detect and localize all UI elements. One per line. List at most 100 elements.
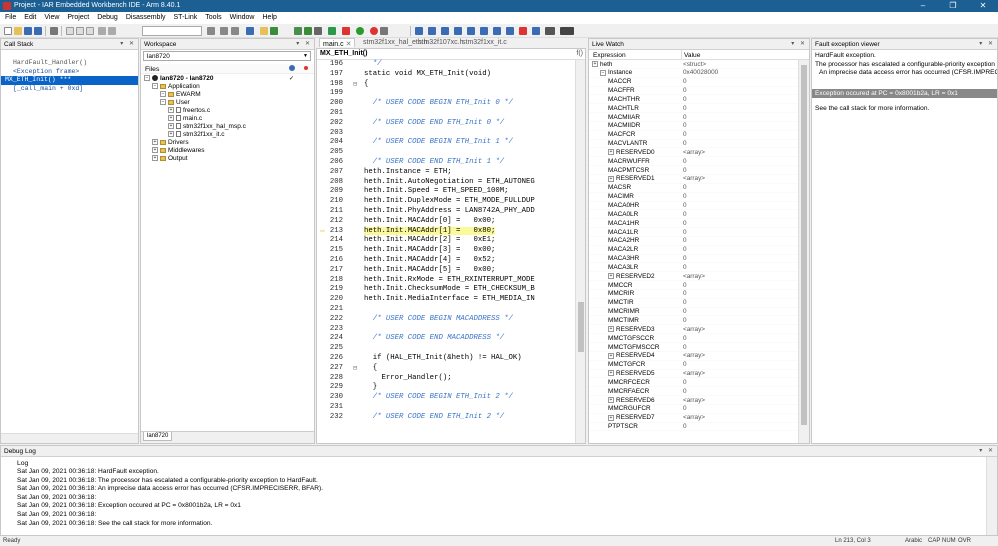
watch-value[interactable]: 0 [683,264,687,271]
tree-item[interactable]: − EWARM [141,91,314,99]
undo-icon[interactable] [98,27,106,35]
line-number[interactable]: 196 [317,60,347,68]
watch-row[interactable]: + RESERVED3 <array> [589,325,809,335]
code-area[interactable]: 196 */197 static void MX_ETH_Init(void) 19… [317,60,585,422]
settings-gear-icon[interactable] [289,65,295,71]
maximize-button[interactable]: ❐ [938,0,968,12]
watch-value[interactable]: <struct> [683,61,706,68]
horizontal-scrollbar[interactable] [1,433,138,443]
menu-tools[interactable]: Tools [200,12,224,21]
line-number[interactable]: 200 [317,99,347,107]
tree-item[interactable]: − lan8720 - lan8720 ✓ [141,75,314,83]
menu-view[interactable]: View [39,12,62,21]
tree-item[interactable]: + freertos.c [141,107,314,115]
paste-icon[interactable] [86,27,94,35]
build-icon[interactable] [270,27,278,35]
break-icon[interactable] [506,27,514,35]
call-stack-frame[interactable]: <Exception frame> [1,68,138,77]
line-number[interactable]: 224 [317,334,347,342]
close-button[interactable]: ✕ [968,0,998,12]
watch-row[interactable]: MACPMTCSR 0 [589,166,809,175]
goto-icon[interactable] [260,27,268,35]
line-number[interactable]: 221 [317,305,347,313]
line-number[interactable]: 210 [317,197,347,205]
code-line[interactable]: 225 [317,344,585,354]
code-line[interactable]: 211 heth.Init.PhyAddress = LAN8742A_PHY_A… [317,207,585,217]
sum-icon[interactable] [560,27,574,35]
code-line[interactable]: 223 [317,325,585,335]
code-line[interactable]: 222 /* USER CODE BEGIN MACADDRESS */ [317,315,585,325]
watch-row[interactable]: MACHTLR 0 [589,104,809,114]
watch-row[interactable]: MACCR 0 [589,78,809,87]
watch-row[interactable]: MMCRIR 0 [589,290,809,299]
watch-row[interactable]: MACA1HR 0 [589,219,809,229]
code-line[interactable]: 214 heth.Init.MACAddr[2] = 0xE1; [317,236,585,246]
watch-row[interactable]: MMCTGFSCCR 0 [589,334,809,343]
line-number[interactable]: 218 [317,276,347,284]
bookmark-icon[interactable] [246,27,254,35]
new-file-icon[interactable] [4,27,12,35]
watch-row[interactable]: MACA2LR 0 [589,246,809,255]
line-number[interactable]: 229 [317,383,347,391]
watch-row[interactable]: MACSR 0 [589,184,809,193]
watch-value[interactable]: 0 [683,361,687,368]
expand-toggle-icon[interactable]: + [608,352,614,359]
code-line[interactable]: 230 /* USER CODE BEGIN ETH_Init 2 */ [317,393,585,403]
watch-row[interactable]: MMCTGFMSCCR 0 [589,343,809,352]
expand-toggle-icon[interactable]: − [160,91,166,98]
watch-row[interactable]: MACA3LR 0 [589,263,809,273]
watch-value[interactable]: 0 [683,131,687,138]
find-combo[interactable] [142,26,202,36]
expression-column-header[interactable]: Expression [593,52,626,59]
watch-row[interactable]: − Instance 0x40028000 [589,69,809,78]
expand-toggle-icon[interactable]: − [144,75,150,82]
next-statement-icon[interactable] [454,27,462,35]
tree-item[interactable]: − User [141,99,314,107]
panel-controls[interactable]: ▾ ✕ [979,447,995,454]
watch-value[interactable]: 0 [683,114,687,121]
vertical-scrollbar[interactable] [798,60,809,443]
log-entry[interactable]: Sat Jan 09, 2021 00:36:18: Exception occ… [1,502,997,511]
line-number[interactable]: 204 [317,138,347,146]
watch-value[interactable]: 0 [683,299,687,306]
watch-row[interactable]: + heth <struct> [589,60,809,69]
menu-window[interactable]: Window [225,12,258,21]
watch-value[interactable]: 0 [683,193,687,200]
line-number[interactable]: 222 [317,315,347,323]
watch-row[interactable]: MMCTIR 0 [589,299,809,308]
halt-icon[interactable] [342,27,350,35]
line-number[interactable]: 203 [317,129,347,137]
menu-help[interactable]: Help [258,12,280,21]
watch-row[interactable]: + RESERVED6 <array> [589,396,809,405]
line-number[interactable]: 220 [317,295,347,303]
watch-value[interactable]: 0 [683,158,687,165]
watch-row[interactable]: MMCRIMR 0 [589,308,809,317]
code-line[interactable]: 209 heth.Init.Speed = ETH_SPEED_100M; [317,187,585,197]
expand-toggle-icon[interactable]: − [152,83,158,90]
watch-row[interactable]: MACA3HR 0 [589,255,809,264]
watch-value[interactable]: <array> [683,326,705,333]
open-icon[interactable] [14,27,22,35]
fold-toggle-icon[interactable]: ⊟ [353,80,357,89]
watch-value[interactable]: 0 [683,167,687,174]
watch-value[interactable]: 0 [683,96,687,103]
watch-value[interactable]: 0 [683,344,687,351]
toggle-breakpoint-icon[interactable] [328,27,336,35]
code-line[interactable]: 208 heth.Init.AutoNegotiation = ETH_AUTON… [317,178,585,188]
watch-row[interactable]: + RESERVED7 <array> [589,414,809,423]
watch-row[interactable]: + RESERVED2 <array> [589,272,809,282]
step-into-icon[interactable] [428,27,436,35]
watch-value[interactable]: 0 [683,122,687,129]
watch-row[interactable]: + RESERVED5 <array> [589,370,809,379]
watch-value[interactable]: 0 [683,308,687,315]
line-number[interactable]: 227 [317,364,347,372]
watch-row[interactable]: MACFFR 0 [589,87,809,96]
watch-value[interactable]: <array> [683,414,705,421]
tree-item[interactable]: + main.c [141,115,314,123]
expand-toggle-icon[interactable]: + [152,155,158,162]
watch-value[interactable]: 0 [683,282,687,289]
watch-value[interactable]: 0 [683,105,687,112]
watch-row[interactable]: MMCTIMR 0 [589,316,809,326]
find-icon[interactable] [207,27,215,35]
reset-icon[interactable] [380,27,388,35]
